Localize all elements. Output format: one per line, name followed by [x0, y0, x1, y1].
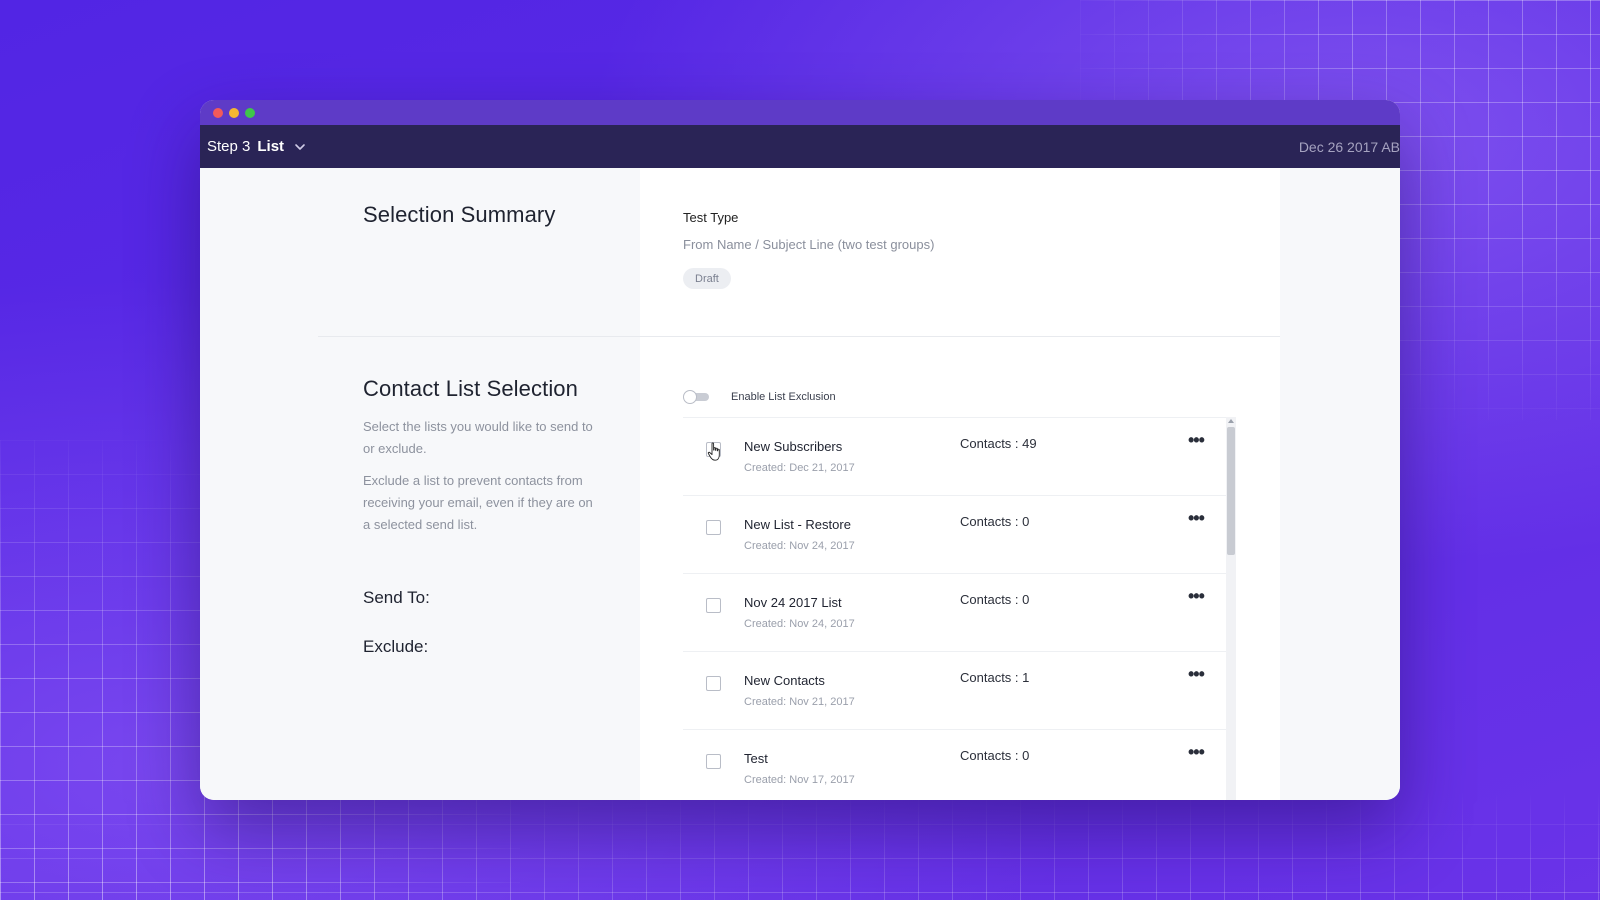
more-options-icon[interactable]: •••	[1188, 665, 1208, 684]
selection-description: Select the lists you would like to send …	[363, 419, 593, 456]
list-contact-count: Contacts : 0	[960, 748, 1030, 763]
status-badge: Draft	[683, 268, 731, 289]
test-type-label: Test Type	[683, 210, 739, 225]
more-options-icon[interactable]: •••	[1188, 509, 1208, 528]
toggle-knob	[683, 390, 697, 404]
list-created-date: Created: Nov 24, 2017	[744, 618, 855, 630]
list-name: Test	[744, 751, 768, 766]
list-item[interactable]: Test Created: Nov 17, 2017 Contacts : 0 …	[683, 730, 1236, 800]
exclude-label: Exclude:	[363, 637, 429, 656]
chevron-down-icon[interactable]	[292, 139, 308, 155]
send-to-label: Send To:	[363, 588, 430, 607]
list-contact-count: Contacts : 49	[960, 436, 1037, 451]
test-type-value: From Name / Subject Line (two test group…	[683, 237, 935, 252]
minimize-window-button[interactable]	[229, 107, 239, 118]
step-header: Step 3 List Dec 26 2017 AB	[200, 125, 1400, 168]
list-checkbox[interactable]	[706, 754, 721, 769]
list-name: New List - Restore	[744, 517, 851, 532]
list-checkbox[interactable]	[706, 676, 721, 691]
list-created-date: Created: Nov 17, 2017	[744, 774, 855, 786]
more-options-icon[interactable]: •••	[1188, 587, 1208, 606]
exclusion-description: Exclude a list to prevent contacts from …	[363, 473, 593, 532]
list-name: Nov 24 2017 List	[744, 595, 842, 610]
campaign-name: Dec 26 2017 AB	[1298, 138, 1400, 155]
contact-list-selection-title: Contact List Selection	[363, 376, 578, 401]
list-name: New Contacts	[744, 673, 825, 688]
list-contact-count: Contacts : 0	[960, 592, 1030, 607]
list-checkbox[interactable]	[706, 520, 721, 535]
main-content: Selection Summary Test Type From Name / …	[200, 168, 1400, 800]
list-name: New Subscribers	[744, 439, 843, 454]
list-contact-count: Contacts : 0	[960, 514, 1030, 529]
list-created-date: Created: Dec 21, 2017	[744, 462, 855, 474]
list-created-date: Created: Nov 24, 2017	[744, 540, 855, 552]
contact-lists: New Subscribers Created: Dec 21, 2017 Co…	[683, 417, 1236, 800]
selection-summary-title: Selection Summary	[363, 202, 556, 227]
list-created-date: Created: Nov 21, 2017	[744, 696, 855, 708]
right-column	[1280, 168, 1400, 800]
section-divider	[318, 336, 1280, 337]
list-item[interactable]: New Contacts Created: Nov 21, 2017 Conta…	[683, 652, 1236, 730]
list-checkbox[interactable]	[706, 598, 721, 613]
close-window-button[interactable]	[213, 107, 223, 118]
window-titlebar	[200, 100, 1400, 125]
step-name[interactable]: List	[257, 138, 284, 155]
list-item[interactable]: New List - Restore Created: Nov 24, 2017…	[683, 496, 1236, 574]
background-grid-bottom	[0, 790, 1600, 900]
scrollbar-thumb[interactable]	[1227, 427, 1235, 555]
list-item[interactable]: Nov 24 2017 List Created: Nov 24, 2017 C…	[683, 574, 1236, 652]
app-window: Step 3 List Dec 26 2017 AB Selection Sum…	[200, 100, 1400, 800]
more-options-icon[interactable]: •••	[1188, 431, 1208, 450]
scroll-up-arrow-icon[interactable]	[1228, 419, 1234, 423]
list-exclusion-toggle[interactable]	[683, 390, 710, 404]
more-options-icon[interactable]: •••	[1188, 743, 1208, 762]
list-scrollbar[interactable]	[1226, 417, 1236, 800]
list-exclusion-label: Enable List Exclusion	[731, 391, 836, 403]
list-item[interactable]: New Subscribers Created: Dec 21, 2017 Co…	[683, 418, 1236, 496]
list-contact-count: Contacts : 1	[960, 670, 1030, 685]
hand-pointer-icon	[707, 442, 723, 462]
step-label: Step 3	[207, 138, 251, 155]
maximize-window-button[interactable]	[245, 107, 255, 118]
